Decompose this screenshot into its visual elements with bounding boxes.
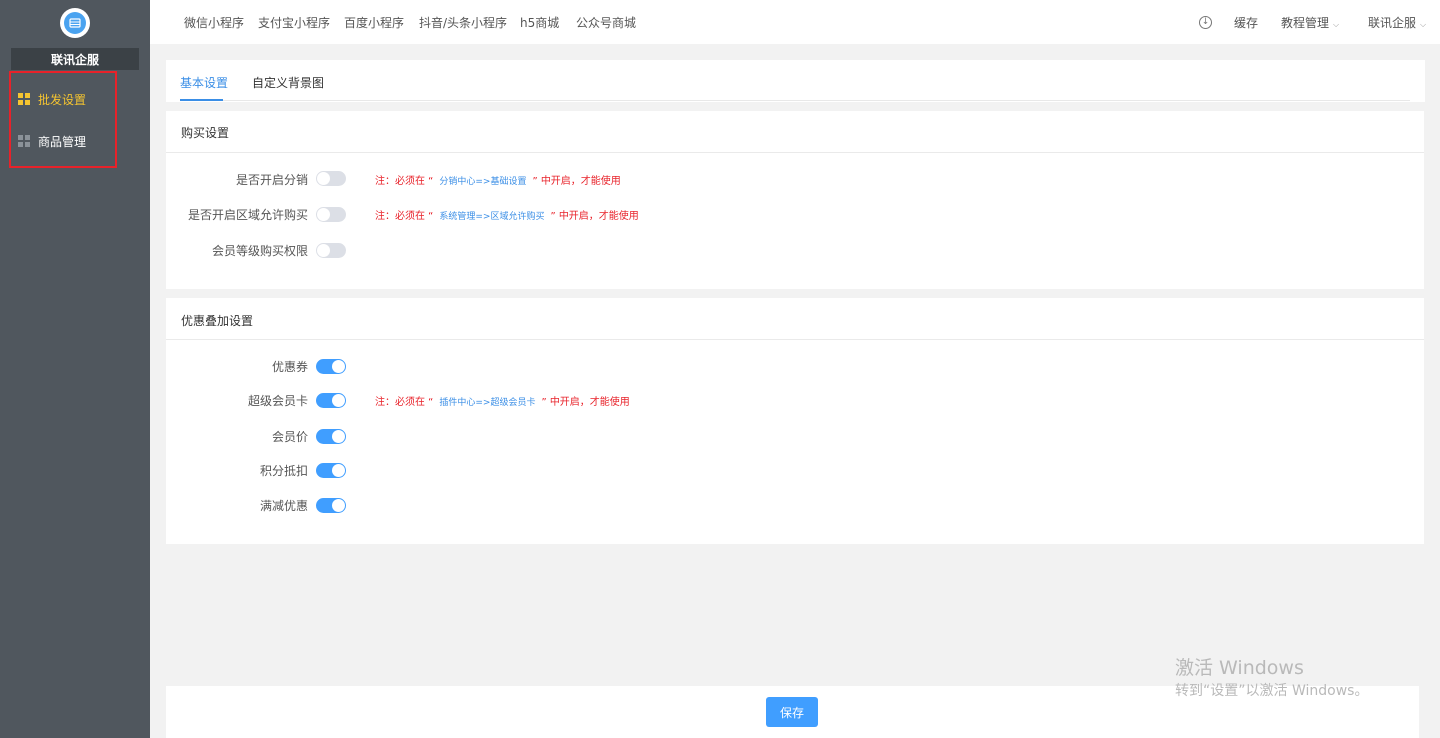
- discount-stacking-panel: 优惠叠加设置 优惠券 超级会员卡 注：必须在 “ 插件中心=>超级会员卡 ” 中开启…: [166, 298, 1424, 544]
- row-label: 是否开启区域允许购买: [187, 208, 308, 222]
- grid-icon: [18, 93, 30, 105]
- shop-name: 联讯企服: [11, 48, 139, 70]
- account-menu-label: 联讯企服: [1368, 16, 1417, 30]
- toggle-knob: [332, 499, 345, 512]
- cache-link[interactable]: 缓存: [1234, 14, 1258, 31]
- row-label: 是否开启分销: [235, 173, 308, 187]
- sidebar-item-product-management[interactable]: 商品管理: [18, 131, 86, 151]
- note-link[interactable]: 插件中心=>超级会员卡: [439, 398, 535, 408]
- windows-activation-title: 激活 Windows: [1175, 657, 1304, 679]
- toggle-knob: [317, 244, 330, 257]
- section-divider: [166, 339, 1424, 340]
- topnav-douyin-miniprogram[interactable]: 抖音/头条小程序: [419, 14, 507, 31]
- points-deduction-toggle[interactable]: [316, 463, 346, 478]
- tab-active-indicator: [180, 99, 223, 101]
- note-suffix: ” 中开启，才能使用: [532, 176, 621, 187]
- row-label: 满减优惠: [259, 499, 308, 513]
- full-reduction-toggle[interactable]: [316, 498, 346, 513]
- topnav-h5-store[interactable]: h5商城: [520, 14, 559, 31]
- row-label: 积分抵扣: [259, 464, 308, 478]
- region-purchase-toggle[interactable]: [316, 207, 346, 222]
- top-bar: 微信小程序 支付宝小程序 百度小程序 抖音/头条小程序 h5商城 公众号商城 ↓…: [150, 0, 1440, 44]
- sidebar-item-label: 批发设置: [38, 92, 87, 107]
- topnav-official-account-store[interactable]: 公众号商城: [576, 14, 636, 31]
- toggle-knob: [332, 430, 345, 443]
- tab-custom-background[interactable]: 自定义背景图: [252, 74, 324, 91]
- section-title: 购买设置: [181, 126, 230, 140]
- shop-logo-icon: [64, 12, 86, 34]
- chevron-down-icon: ⌵: [1333, 20, 1340, 29]
- sidebar-item-wholesale-settings[interactable]: 批发设置: [18, 89, 86, 109]
- topnav-alipay-miniprogram[interactable]: 支付宝小程序: [258, 14, 330, 31]
- distribution-toggle[interactable]: [316, 171, 346, 186]
- row-label: 会员价: [271, 430, 308, 444]
- row-label: 会员等级购买权限: [211, 244, 308, 258]
- note-prefix: 注：必须在 “: [375, 176, 434, 187]
- note-link[interactable]: 分销中心=>基础设置: [439, 177, 526, 187]
- grid-icon: [18, 135, 30, 147]
- topnav-baidu-miniprogram[interactable]: 百度小程序: [344, 14, 404, 31]
- sidebar-highlight-box: [9, 71, 117, 168]
- save-button[interactable]: 保存: [766, 697, 818, 727]
- toggle-knob: [317, 208, 330, 221]
- member-level-purchase-toggle[interactable]: [316, 243, 346, 258]
- tutorial-menu-label: 教程管理: [1281, 16, 1330, 30]
- section-divider: [166, 152, 1424, 153]
- sidebar: 联讯企服 批发设置 商品管理: [0, 0, 150, 738]
- toggle-knob: [317, 172, 330, 185]
- member-price-toggle[interactable]: [316, 429, 346, 444]
- windows-activation-hint: 转到“设置”以激活 Windows。: [1175, 683, 1369, 699]
- note-suffix: ” 中开启，才能使用: [541, 397, 630, 408]
- tabs-divider: [180, 100, 1410, 101]
- toggle-knob: [332, 394, 345, 407]
- download-icon[interactable]: ↓: [1199, 16, 1212, 29]
- note-prefix: 注：必须在 “: [375, 397, 434, 408]
- purchase-settings-panel: 购买设置 是否开启分销 注：必须在 “分销中心=>基础设置” 中开启，才能使用 …: [166, 111, 1424, 289]
- note-suffix: ” 中开启，才能使用: [550, 211, 639, 222]
- super-member-card-toggle[interactable]: [316, 393, 346, 408]
- shop-logo[interactable]: [60, 8, 90, 38]
- note-text: 注：必须在 “ 插件中心=>超级会员卡 ” 中开启，才能使用: [375, 393, 630, 408]
- toggle-knob: [332, 464, 345, 477]
- toggle-knob: [332, 360, 345, 373]
- tab-basic-settings[interactable]: 基本设置: [180, 74, 228, 91]
- topnav-wechat-miniprogram[interactable]: 微信小程序: [184, 14, 244, 31]
- tabs-panel: 基本设置 自定义背景图: [166, 60, 1425, 102]
- note-prefix: 注：必须在 “: [375, 211, 434, 222]
- note-text: 注：必须在 “ 系统管理=>区域允许购买 ” 中开启，才能使用: [375, 207, 639, 222]
- sidebar-item-label: 商品管理: [38, 134, 87, 149]
- row-label: 优惠券: [271, 360, 308, 374]
- note-link[interactable]: 系统管理=>区域允许购买: [439, 212, 544, 222]
- chevron-down-icon: ⌵: [1420, 20, 1427, 29]
- account-menu[interactable]: 联讯企服 ⌵: [1368, 14, 1426, 31]
- section-title: 优惠叠加设置: [181, 314, 254, 328]
- tutorial-menu[interactable]: 教程管理 ⌵: [1281, 14, 1339, 31]
- row-label: 超级会员卡: [247, 394, 308, 408]
- note-text: 注：必须在 “ 分销中心=>基础设置 ” 中开启，才能使用: [375, 172, 621, 187]
- coupon-toggle[interactable]: [316, 359, 346, 374]
